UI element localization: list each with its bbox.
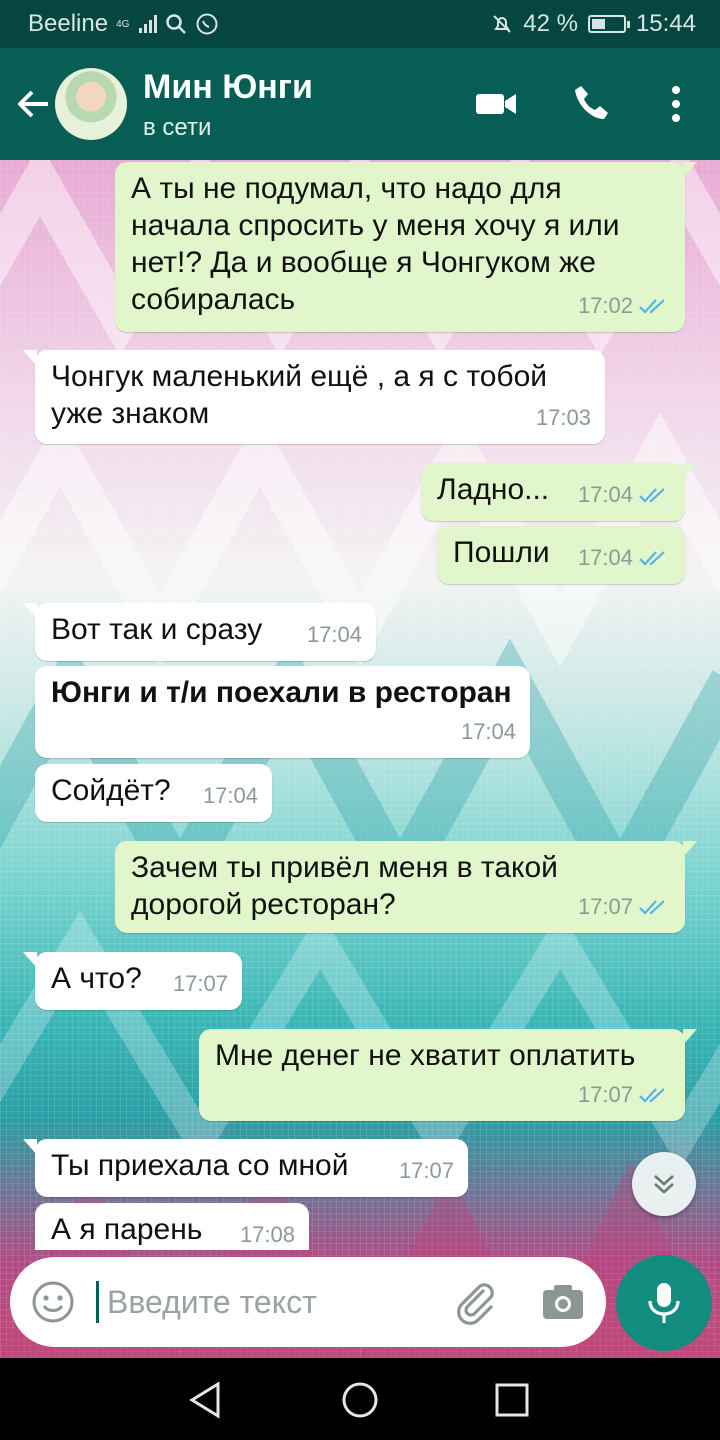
message-outgoing[interactable]: Пошли 17:04 [437,526,685,584]
message-incoming[interactable]: Юнги и т/и поехали в ресторан 17:04 [35,666,530,758]
message-text: Чонгук маленький ещё , а я с тобой уже з… [51,360,548,430]
attach-icon[interactable] [450,1277,500,1327]
nav-home-icon[interactable] [338,1378,382,1422]
message-meta: 17:02 [578,287,671,324]
read-ticks-icon [639,1087,665,1103]
message-time: 17:07 [172,971,228,996]
avatar[interactable] [55,68,127,140]
message-text: Мне денег не хватит оплатить [215,1039,636,1072]
message-input[interactable]: Введите текст [107,1284,317,1321]
network-type: 4G [116,18,130,30]
message-incoming[interactable]: Сойдёт? 17:04 [35,764,272,822]
microphone-icon [648,1283,680,1323]
message-meta: 17:07 [173,965,228,1002]
message-meta: 17:08 [240,1216,295,1250]
whatsapp-icon [196,13,218,35]
message-meta: 17:04 [578,476,671,513]
search-icon [166,14,187,34]
contact-status: в сети [143,114,212,141]
message-list[interactable]: А ты не подумал, что надо для начала спр… [0,160,720,1250]
message-meta: 17:04 [578,539,671,576]
read-ticks-icon [639,487,665,503]
message-time: 17:07 [577,894,633,919]
voice-message-button[interactable] [616,1255,712,1351]
more-vert-icon[interactable] [652,80,700,128]
message-meta: 17:03 [536,399,591,436]
nav-recents-icon[interactable] [490,1378,534,1422]
message-time: 17:02 [577,293,633,318]
battery-percent: 42 % [523,10,578,37]
message-incoming[interactable]: Ты приехала со мной 17:07 [23,1139,468,1197]
clock: 15:44 [635,10,696,37]
back-arrow-icon[interactable] [14,84,54,124]
message-meta: 17:04 [461,713,516,750]
battery-icon [587,15,630,33]
signal-icon [139,15,158,33]
message-meta: 17:07 [399,1152,454,1189]
message-time: 17:07 [398,1158,454,1183]
read-ticks-icon [639,550,665,566]
double-chevron-down-icon [654,1175,674,1194]
emoji-icon[interactable] [30,1279,76,1325]
system-navigation-bar [0,1358,720,1440]
video-call-icon[interactable] [472,80,520,128]
read-ticks-icon [639,298,665,314]
contact-name[interactable]: Мин Юнги [143,68,313,107]
message-time: 17:04 [577,545,633,570]
mute-bell-icon [493,15,511,33]
message-time: 17:03 [535,405,591,430]
message-incoming[interactable]: А что? 17:07 [23,952,242,1010]
message-incoming[interactable]: Чонгук маленький ещё , а я с тобой уже з… [23,350,605,444]
message-meta: 17:04 [307,616,362,653]
message-meta: 17:07 [578,1076,671,1113]
nav-back-icon[interactable] [184,1378,228,1422]
chat-area[interactable]: А ты не подумал, что надо для начала спр… [0,160,720,1358]
message-incoming[interactable]: Вот так и сразу 17:04 [23,603,376,661]
message-outgoing[interactable]: Ладно... 17:04 [421,463,697,521]
message-outgoing[interactable]: Зачем ты привёл меня в такой дорогой рес… [115,841,697,933]
scroll-to-bottom-button[interactable] [632,1152,696,1216]
carrier-name: Beeline [28,10,109,37]
chat-header: Мин Юнги в сети [0,48,720,160]
message-input-bar[interactable]: Введите текст [10,1257,606,1347]
camera-icon[interactable] [540,1279,586,1325]
message-meta: 17:04 [203,777,258,814]
message-time: 17:04 [202,783,258,808]
message-time: 17:04 [460,719,516,744]
read-ticks-icon [639,899,665,915]
message-incoming[interactable]: А я парень 17:08 [35,1203,309,1250]
message-time: 17:04 [306,622,362,647]
message-outgoing[interactable]: А ты не подумал, что надо для начала спр… [115,162,697,332]
message-outgoing[interactable]: Мне денег не хватит оплатить 17:07 [199,1029,697,1121]
message-meta: 17:07 [578,888,671,925]
message-time: 17:08 [239,1222,295,1247]
message-text: Ты приехала со мной [51,1149,349,1182]
phone-icon[interactable] [568,80,616,128]
status-bar: Beeline 4G 42 % 15:44 [0,0,720,48]
message-time: 17:07 [577,1082,633,1107]
message-time: 17:04 [577,482,633,507]
message-text: Юнги и т/и поехали в ресторан [51,676,512,709]
text-cursor [96,1281,99,1323]
